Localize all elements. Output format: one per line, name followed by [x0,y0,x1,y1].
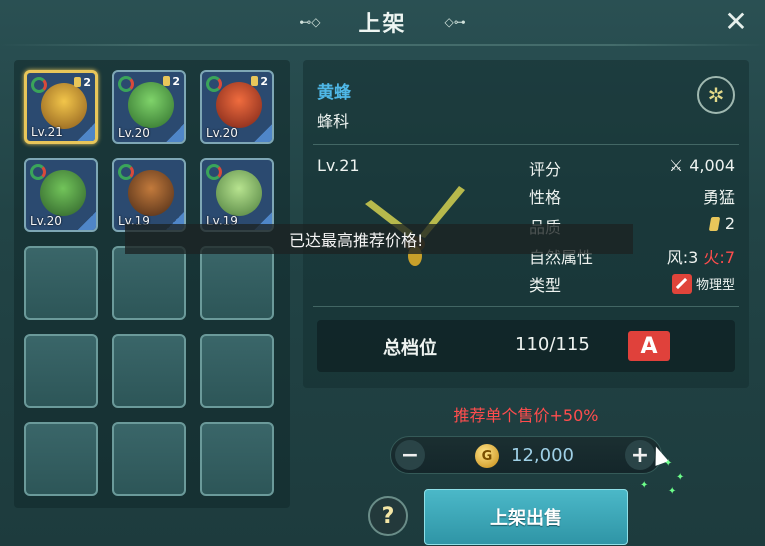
pet-family: 蜂科 [317,112,350,131]
pet-level: Lv.20 [206,126,238,140]
empty-slot[interactable] [200,334,274,408]
element-ring-icon [206,76,222,92]
score-label: 评分 [529,160,562,179]
corner-tag-icon [254,124,272,142]
insect-race-icon: ✲ [697,76,735,114]
quality-badge: 2 [163,75,180,88]
empty-slot[interactable] [24,422,98,496]
element-ring-icon [206,164,222,180]
quality-chip-icon [708,217,721,231]
pet-slot[interactable]: 2 Lv.20 [200,70,274,144]
help-button[interactable]: ? [368,496,408,536]
gold-coin-icon: G [475,444,499,468]
nature-value: 勇猛 [702,188,735,207]
pet-portrait [128,82,174,128]
toast-message: 已达最高推荐价格! [125,224,633,254]
title-ornament-right-icon: ◇⊶ [444,15,466,29]
decrease-price-button[interactable]: − [395,440,425,470]
sparkle-icon: ✦ [676,472,685,483]
pet-slot[interactable]: Lv.20 [24,158,98,232]
pet-portrait [128,170,174,216]
price-stepper: − G 12,000 + [390,436,662,474]
type-value: 物理型 [671,274,735,294]
empty-slot[interactable] [200,246,274,320]
quality-badge: 2 [74,76,91,89]
element-ring-icon [118,76,134,92]
price-value: 12,000 [511,445,574,466]
sparkle-icon: ✦ [664,458,673,469]
pet-name: 黄蜂 [317,83,351,103]
pet-portrait [40,170,86,216]
empty-slot[interactable] [112,334,186,408]
empty-slot[interactable] [200,422,274,496]
sparkle-icon: ✦ [640,480,649,491]
tier-value: 110/115 [515,334,590,355]
pet-slot[interactable]: Lv.19 [112,158,186,232]
crossed-swords-icon: ⚔ [668,156,684,175]
window-title: 上架 [358,12,407,37]
recommend-price-text: 推荐单个售价+50% [453,406,599,425]
pet-portrait [216,82,262,128]
pet-portrait [216,170,262,216]
pet-inventory: 2 Lv.21 2 Lv.20 2 Lv.20 Lv.20 Lv.19 Lv.1… [14,60,290,508]
list-for-sale-button[interactable]: 上架出售 [424,489,628,545]
tier-label: 总档位 [383,338,437,359]
element-ring-icon [30,164,46,180]
tier-grade-badge: A [628,331,670,361]
sparkle-icon: ✦ [668,486,677,497]
element-ring-icon [31,77,47,93]
pet-level: Lv.20 [118,126,150,140]
pet-slot[interactable]: Lv.19 [200,158,274,232]
corner-tag-icon [77,123,95,141]
close-icon[interactable]: ✕ [721,5,751,38]
title-divider [0,44,765,46]
element-ring-icon [118,164,134,180]
empty-slot[interactable] [112,246,186,320]
empty-slot[interactable] [24,246,98,320]
nature-label: 性格 [529,188,562,207]
corner-tag-icon [78,212,96,230]
score-value: ⚔ 4,004 [668,156,735,175]
title-bar: ⊷◇ 上架 ◇⊶ [0,0,765,44]
title-ornament-left-icon: ⊷◇ [299,15,321,29]
physical-type-icon [671,274,692,294]
pet-slot[interactable]: 2 Lv.20 [112,70,186,144]
empty-slot[interactable] [24,334,98,408]
empty-slot[interactable] [112,422,186,496]
increase-price-button[interactable]: + [625,440,655,470]
pet-slot[interactable]: 2 Lv.21 [24,70,98,144]
detail-divider [313,306,739,307]
tier-box: 总档位 110/115 A [317,320,735,372]
pet-level: Lv.20 [30,214,62,228]
corner-tag-icon [166,124,184,142]
quality-badge: 2 [251,75,268,88]
detail-divider [313,144,739,145]
element-value: 风:3 火:7 [666,248,735,267]
pet-level: Lv.21 [31,125,63,139]
pet-detail-level: Lv.21 [317,156,360,175]
listing-window: ⊷◇ 上架 ◇⊶ ✕ 2 Lv.21 2 Lv.20 2 Lv.20 Lv.20… [0,0,765,546]
quality-value: 2 [708,214,735,233]
type-label: 类型 [529,276,562,295]
